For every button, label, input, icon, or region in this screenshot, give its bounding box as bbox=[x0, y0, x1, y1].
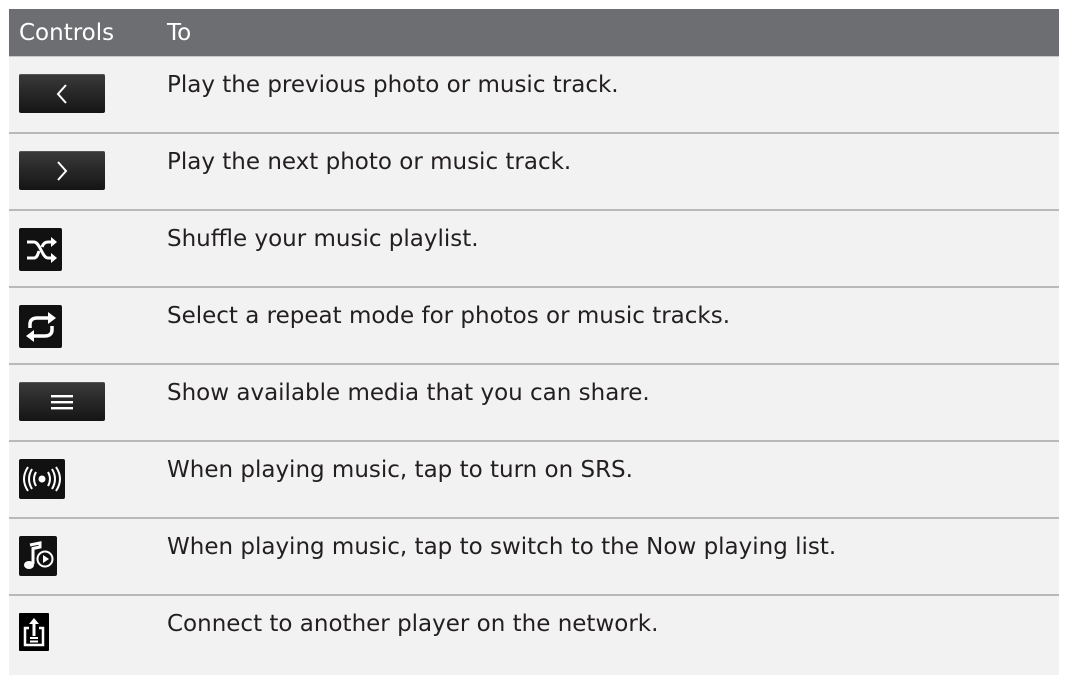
row-description: When playing music, tap to turn on SRS. bbox=[167, 457, 633, 483]
row-description: Shuffle your music playlist. bbox=[167, 226, 479, 252]
repeat-button[interactable] bbox=[19, 305, 62, 348]
table-row: Shuffle your music playlist. bbox=[9, 211, 1059, 288]
srs-button[interactable] bbox=[19, 459, 65, 499]
next-icon bbox=[54, 160, 70, 182]
row-description: Show available media that you can share. bbox=[167, 380, 650, 406]
now-playing-icon bbox=[21, 539, 55, 573]
menu-button[interactable] bbox=[19, 382, 105, 421]
next-button[interactable] bbox=[19, 151, 105, 190]
shuffle-icon bbox=[24, 235, 58, 265]
srs-icon bbox=[20, 466, 64, 492]
icon-cell bbox=[9, 57, 163, 132]
table-row: Play the previous photo or music track. bbox=[9, 57, 1059, 134]
now-playing-button[interactable] bbox=[19, 536, 57, 576]
table-row: Connect to another player on the network… bbox=[9, 596, 1059, 674]
icon-cell bbox=[9, 134, 163, 209]
table-row: Play the next photo or music track. bbox=[9, 134, 1059, 211]
shuffle-button[interactable] bbox=[19, 228, 62, 271]
repeat-icon bbox=[24, 311, 58, 342]
connect-player-icon bbox=[23, 617, 45, 647]
header-controls: Controls bbox=[19, 19, 115, 46]
table-row: When playing music, tap to turn on SRS. bbox=[9, 442, 1059, 519]
icon-cell bbox=[9, 442, 163, 517]
row-description: Play the next photo or music track. bbox=[167, 149, 572, 175]
controls-table: Controls To Play the previous photo or m… bbox=[9, 9, 1059, 675]
previous-icon bbox=[54, 83, 70, 105]
header-to: To bbox=[167, 19, 192, 46]
connect-player-button[interactable] bbox=[19, 613, 49, 651]
icon-cell bbox=[9, 211, 163, 286]
previous-button[interactable] bbox=[19, 74, 105, 113]
icon-cell bbox=[9, 365, 163, 440]
row-description: When playing music, tap to switch to the… bbox=[167, 534, 837, 560]
row-description: Connect to another player on the network… bbox=[167, 611, 659, 637]
table-row: Select a repeat mode for photos or music… bbox=[9, 288, 1059, 365]
table-row: When playing music, tap to switch to the… bbox=[9, 519, 1059, 596]
icon-cell bbox=[9, 596, 163, 674]
icon-cell bbox=[9, 519, 163, 594]
row-description: Play the previous photo or music track. bbox=[167, 72, 619, 98]
table-row: Show available media that you can share. bbox=[9, 365, 1059, 442]
table-header: Controls To bbox=[9, 9, 1059, 57]
menu-icon bbox=[51, 394, 73, 410]
row-description: Select a repeat mode for photos or music… bbox=[167, 303, 731, 329]
icon-cell bbox=[9, 288, 163, 363]
